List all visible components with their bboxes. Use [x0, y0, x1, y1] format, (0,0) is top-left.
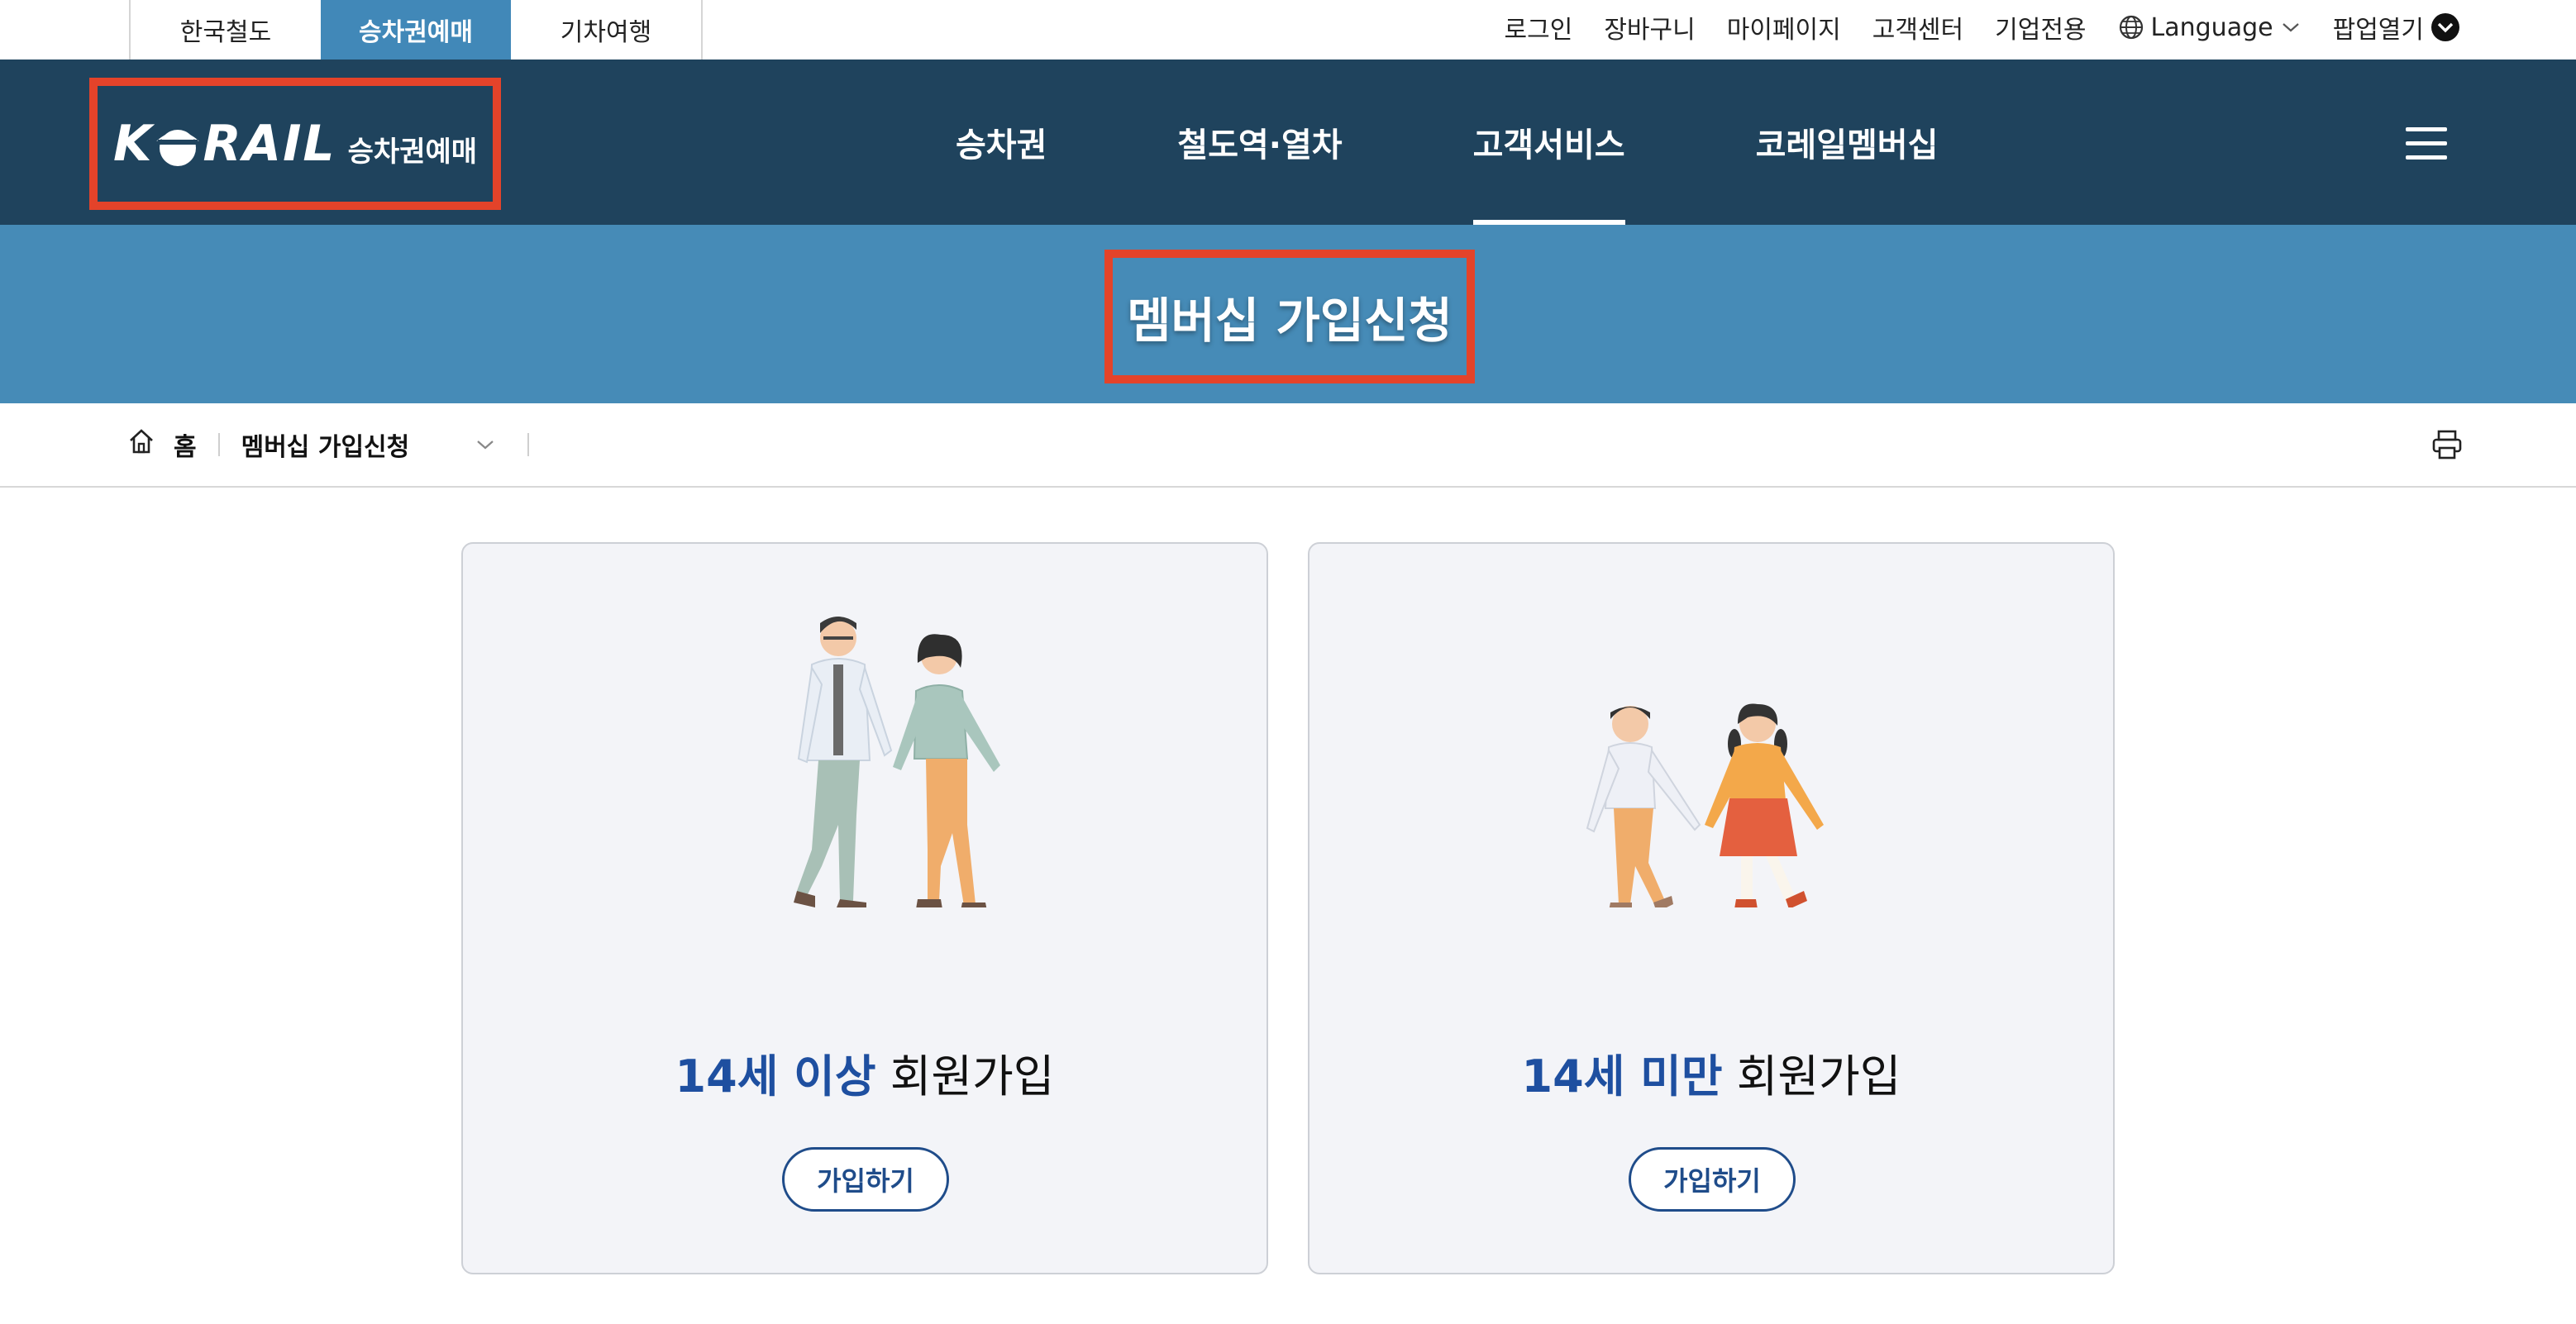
login-link[interactable]: 로그인 — [1505, 9, 1573, 45]
card-age-adult: 14세 이상 — [675, 1050, 876, 1103]
main-navigation: K RAIL 승차권예매 승차권 철도역·열차 고객서비스 코레일멤버십 — [0, 60, 2576, 225]
breadcrumb-home-label: 홈 — [174, 433, 197, 462]
hamburger-icon[interactable] — [2406, 127, 2447, 160]
popup-label: 팝업열기 — [2332, 16, 2424, 45]
print-icon[interactable] — [2431, 428, 2464, 464]
children-illustration — [1586, 703, 1824, 907]
language-selector[interactable]: Language — [2118, 13, 2302, 42]
nav-item-customer-service[interactable]: 고객서비스 — [1435, 60, 1663, 225]
join-button-adult[interactable]: 가입하기 — [782, 1147, 949, 1212]
logo-subtitle: 승차권예매 — [347, 135, 478, 169]
breadcrumb-current-label: 멤버십 가입신청 — [241, 433, 410, 462]
card-title-adult: 14세 이상 회원가입 — [463, 1040, 1267, 1105]
nav-item-membership[interactable]: 코레일멤버십 — [1718, 60, 1977, 225]
breadcrumb-divider — [217, 433, 220, 456]
breadcrumb-bar: 홈 멤버십 가입신청 — [0, 403, 2576, 488]
logo-emblem-icon — [155, 122, 201, 166]
nav-item-ticket[interactable]: 승차권 — [918, 60, 1085, 225]
adult-couple-illustration — [794, 617, 1000, 907]
site-tab-travel[interactable]: 기차여행 — [511, 0, 701, 60]
membership-card-child: 14세 미만 회원가입 가입하기 — [1308, 542, 2115, 1274]
nav-menu: 승차권 철도역·열차 고객서비스 코레일멤버십 — [918, 60, 2030, 225]
site-tabs: 한국철도 승차권예매 기차여행 — [129, 0, 703, 60]
card-word-adult: 회원가입 — [890, 1050, 1055, 1103]
membership-card-adult: 14세 이상 회원가입 가입하기 — [461, 542, 1268, 1274]
cart-link[interactable]: 장바구니 — [1604, 9, 1695, 45]
breadcrumb-divider — [527, 433, 529, 456]
site-tab-ticket[interactable]: 승차권예매 — [321, 0, 511, 60]
customer-center-link[interactable]: 고객센터 — [1872, 9, 1963, 45]
nav-item-stations[interactable]: 철도역·열차 — [1139, 60, 1380, 225]
utility-links: 로그인 장바구니 마이페이지 고객센터 기업전용 Language 팝업열기 — [1505, 0, 2461, 55]
corporate-link[interactable]: 기업전용 — [1995, 9, 2086, 45]
banner-title-highlight: 멤버십 가입신청 — [1104, 250, 1475, 383]
card-word-child: 회원가입 — [1736, 1050, 1901, 1103]
page-title: 멤버십 가입신청 — [1127, 293, 1453, 349]
language-label: Language — [2150, 12, 2273, 42]
chevron-down-icon — [475, 431, 506, 460]
popup-toggle[interactable]: 팝업열기 — [2333, 9, 2460, 45]
chevron-down-icon — [2280, 19, 2302, 36]
home-icon — [127, 427, 155, 462]
site-tab-korail[interactable]: 한국철도 — [131, 0, 321, 60]
utility-bar: 한국철도 승차권예매 기차여행 로그인 장바구니 마이페이지 고객센터 기업전용… — [0, 0, 2576, 60]
breadcrumb: 홈 멤버십 가입신청 — [127, 403, 551, 486]
circle-chevron-down-icon — [2431, 12, 2460, 42]
join-button-child[interactable]: 가입하기 — [1629, 1147, 1796, 1212]
breadcrumb-home[interactable]: 홈 — [127, 426, 197, 463]
page-banner: 멤버십 가입신청 — [0, 225, 2576, 403]
card-age-child: 14세 미만 — [1521, 1050, 1723, 1103]
mypage-link[interactable]: 마이페이지 — [1727, 9, 1841, 45]
globe-icon — [2118, 14, 2144, 40]
logo-wordmark: K RAIL — [112, 115, 336, 173]
card-title-child: 14세 미만 회원가입 — [1309, 1040, 2113, 1105]
breadcrumb-current-dropdown[interactable]: 멤버십 가입신청 — [241, 426, 506, 463]
korail-logo[interactable]: K RAIL 승차권예매 — [89, 78, 501, 210]
